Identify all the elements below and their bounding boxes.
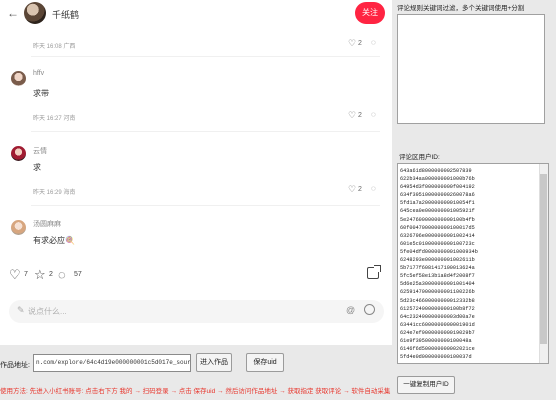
comment-meta: 昨天 16:29 海南: [33, 190, 76, 196]
post-meta: 昨天 16:08 广西: [33, 44, 76, 50]
heart-icon[interactable]: ♡: [348, 38, 356, 49]
uid-line: 622b34aa000000001000b76b: [400, 176, 475, 183]
comment-avatar[interactable]: [11, 71, 26, 86]
copy-uids-button[interactable]: 一键复制用户ID: [397, 376, 455, 394]
uid-line: 6146f6d500000000002021ce: [400, 346, 475, 353]
uid-line: 5d23c46600000000012332b8: [400, 297, 475, 304]
uid-line: 601e5c01000000000100723c: [400, 240, 475, 247]
comment-text-body: 有求必应: [33, 236, 65, 245]
note-webview: ← 千纸鹤 关注 昨天 16:08 广西 ♡ 2 ◌ hffv 求带 昨天 16…: [0, 0, 392, 345]
note-header: ← 千纸鹤 关注: [0, 0, 392, 27]
divider: [31, 205, 380, 206]
comment-input[interactable]: ✎ 说点什么... @: [9, 300, 384, 323]
uid-list-textarea[interactable]: 643a61d8000000002507839 622b34aa000000001…: [397, 163, 549, 364]
comment-author[interactable]: hffv: [33, 70, 44, 77]
divider: [31, 56, 380, 57]
usage-instructions: 使用方法: 先进入小红书账号: 点击右下方 我的 → 扫码登录 → 点击 保存u…: [0, 388, 391, 395]
comment-author[interactable]: 云情: [33, 146, 47, 156]
uid-list: 643a61d8000000002507839 622b34aa000000001…: [398, 164, 548, 361]
save-uid-button[interactable]: 保存uid: [246, 353, 284, 372]
heart-icon[interactable]: ♡: [348, 184, 356, 195]
url-label: 作品地址:: [0, 362, 30, 369]
divider: [31, 131, 380, 132]
action-bar: ♡ 7 ☆ 2 ◌ 57: [0, 258, 392, 292]
reply-icon[interactable]: ◌: [371, 184, 376, 193]
uid-line: 6248293e000000001002611b: [400, 257, 475, 264]
uid-line: 6326796e0000000001002414: [400, 232, 475, 239]
lollipop-emoji: 🍭: [65, 236, 75, 245]
uid-line: 5fc5ef58e13b1a8d4f2008f7: [400, 273, 475, 280]
uid-line: 645cea0e000000001005921f: [400, 208, 475, 215]
uid-line: 5fd4e0d000000000100037d: [400, 354, 472, 361]
enter-note-button[interactable]: 进入作品: [196, 353, 232, 372]
uid-scrollbar-thumb[interactable]: [540, 174, 547, 344]
uid-line: 634f395100000000260078a6: [400, 192, 475, 199]
author-name[interactable]: 千纸鹤: [52, 8, 79, 21]
reply-icon[interactable]: ◌: [371, 38, 376, 47]
comment-author[interactable]: 汤圆麻麻: [33, 219, 61, 229]
uid-line: 5fd1a7a200000000010054f1: [400, 200, 475, 207]
uid-line: 5e247600000000000100b4fb: [400, 216, 475, 223]
uid-line: 624e7ef900000000019029b7: [400, 329, 475, 336]
uid-line: 5fe04dfd0000000001000934b: [400, 248, 478, 255]
keyword-filter-input[interactable]: [397, 14, 545, 124]
comment-meta: 昨天 16:27 河南: [33, 116, 76, 122]
reply-icon[interactable]: ◌: [371, 110, 376, 119]
back-arrow-icon[interactable]: ←: [7, 6, 19, 20]
comment-text: 有求必应🍭: [33, 235, 75, 246]
comment-icon[interactable]: ◌: [58, 267, 66, 282]
uid-line: 62591470000000001100226b: [400, 289, 475, 296]
uid-line: 5b7177f6081417100013624a: [400, 265, 475, 272]
uid-line: 6125724000000000100b8f72: [400, 305, 475, 312]
emoji-icon[interactable]: [364, 304, 375, 315]
uid-list-label: 评论区用户ID:: [399, 154, 440, 161]
like-icon[interactable]: ♡: [9, 267, 21, 283]
uid-line: 60f0047000000000100017d5: [400, 224, 475, 231]
star-icon[interactable]: ☆: [34, 267, 46, 283]
pen-icon: ✎: [17, 305, 25, 315]
star-count: 2: [49, 271, 53, 278]
post-like-count: 2: [358, 40, 362, 47]
comment-text: 求带: [33, 89, 49, 98]
url-input[interactable]: n.com/explore/64c4d19e000000001c5d017e_s…: [33, 354, 191, 372]
share-icon[interactable]: [367, 265, 381, 279]
comment-avatar[interactable]: [11, 146, 26, 161]
heart-icon[interactable]: ♡: [348, 110, 356, 121]
author-avatar[interactable]: [24, 2, 46, 24]
uid-line: 61e9f39500000000100048a: [400, 337, 472, 344]
at-icon[interactable]: @: [346, 305, 355, 315]
keyword-filter-label: 评论规则关键词过滤，多个关键词使用+分割: [397, 5, 525, 12]
comment-like-count: 2: [358, 112, 362, 119]
comment-placeholder: 说点什么...: [28, 307, 67, 316]
uid-line: 64c232490000000003d00a7e: [400, 313, 475, 320]
comment-text: 求: [33, 163, 41, 172]
uid-scrollbar[interactable]: [539, 164, 548, 363]
uid-line: 63441cc6000000000001901d: [400, 321, 475, 328]
comment-count: 57: [74, 271, 82, 278]
uid-line: 643a61d8000000002507839: [400, 168, 472, 174]
comment-like-count: 2: [358, 186, 362, 193]
uid-line: 5d6e25a30000000001001404: [400, 281, 475, 288]
comment-avatar[interactable]: [11, 220, 26, 235]
uid-line: 64954d3f000000000f004192: [400, 184, 475, 191]
like-count: 7: [24, 271, 28, 278]
follow-button[interactable]: 关注: [355, 2, 385, 24]
